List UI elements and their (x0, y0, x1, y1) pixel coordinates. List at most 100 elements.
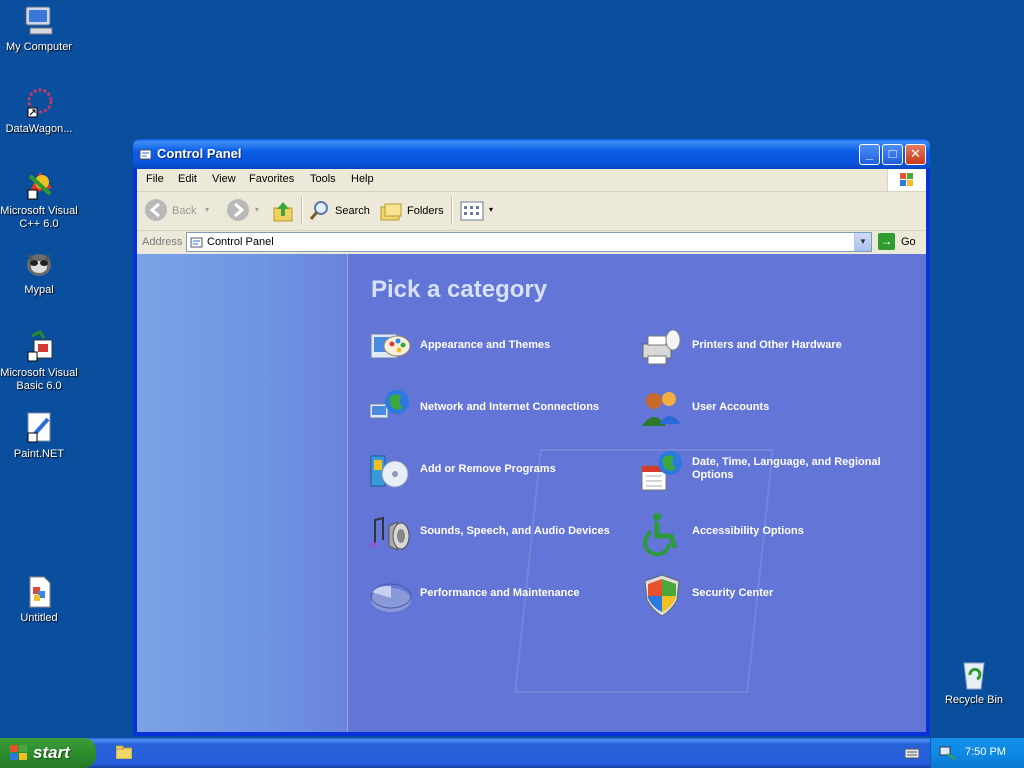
back-button[interactable]: Back ▾ (143, 199, 213, 223)
desktop-icon-label: Untitled (20, 612, 58, 624)
system-tray: 7:50 PM (930, 738, 1024, 768)
windows-logo-icon (887, 169, 926, 191)
toolbar: Back ▾ ▾ Search Folders ▾ (137, 192, 926, 231)
go-arrow-icon: → (878, 233, 895, 250)
category-label: Network and Internet Connections (420, 401, 600, 413)
menu-file[interactable]: File (146, 173, 164, 185)
search-label: Search (335, 205, 370, 217)
category-performance-maintenance[interactable]: Performance and Maintenance (367, 572, 637, 612)
desktop-icon-recycle-bin[interactable]: Recycle Bin (934, 657, 1014, 707)
desktop-icon-paintnet[interactable]: Paint.NET (0, 411, 79, 461)
search-icon (309, 201, 328, 220)
folders-button[interactable]: Folders (379, 199, 445, 223)
up-folder-icon (273, 202, 293, 222)
title-bar[interactable]: Control Panel _ □ ✕ (133, 139, 930, 169)
performance-maintenance-icon (370, 583, 412, 612)
windows-flag-icon (10, 745, 27, 760)
forward-dropdown-icon[interactable]: ▾ (255, 205, 259, 214)
back-dropdown-icon[interactable]: ▾ (205, 205, 209, 214)
search-button[interactable]: Search (307, 199, 371, 223)
window-client: File Edit View Favorites Tools Help Back… (137, 169, 926, 732)
address-value: Control Panel (207, 236, 274, 248)
start-label: start (33, 743, 70, 762)
address-dropdown-icon[interactable]: ▼ (854, 233, 871, 251)
back-label: Back (172, 205, 197, 217)
page-title: Pick a category (371, 276, 548, 303)
category-network-internet[interactable]: Network and Internet Connections (367, 386, 637, 426)
menu-bar: File Edit View Favorites Tools Help (137, 169, 926, 192)
menu-tools[interactable]: Tools (310, 173, 336, 185)
paintnet-icon (22, 411, 56, 445)
taskbar: start 7:50 PM (0, 738, 1024, 768)
toolbar-separator (451, 197, 453, 225)
category-date-time-language[interactable]: Date, Time, Language, and Regional Optio… (639, 448, 909, 491)
datawagon-icon (22, 86, 56, 120)
category-label: Security Center (692, 587, 774, 599)
desktop-icon-label: Mypal (24, 284, 54, 296)
forward-button[interactable]: ▾ (225, 199, 261, 223)
menu-edit[interactable]: Edit (178, 173, 197, 185)
go-label: Go (901, 236, 916, 248)
accessibility-icon (643, 513, 678, 556)
untitled-document-icon (22, 575, 56, 609)
category-label: Date, Time, Language, and Regional Optio… (692, 456, 881, 481)
recycle-bin-icon (957, 657, 991, 691)
desktop-icon-datawagon[interactable]: DataWagon... (0, 86, 79, 136)
category-label: Add or Remove Programs (420, 463, 556, 475)
start-button[interactable]: start (0, 738, 96, 768)
category-user-accounts[interactable]: User Accounts (639, 386, 909, 426)
category-label: Appearance and Themes (420, 339, 551, 351)
appearance-themes-icon (370, 333, 411, 359)
sounds-audio-icon (369, 516, 410, 551)
category-printers-hardware[interactable]: Printers and Other Hardware (639, 324, 909, 365)
menu-view[interactable]: View (212, 173, 236, 185)
desktop-icon-visual-basic[interactable]: Microsoft Visual Basic 6.0 (0, 330, 79, 393)
printers-hardware-icon (642, 329, 681, 365)
category-view: Pick a category Appearance and Themes Pr… (137, 254, 926, 732)
network-tray-icon[interactable] (939, 745, 957, 761)
go-button[interactable]: → Go (878, 232, 926, 252)
folders-label: Folders (407, 205, 444, 217)
window-title: Control Panel (157, 146, 242, 161)
close-button[interactable]: ✕ (905, 144, 926, 165)
back-arrow-icon (145, 199, 167, 221)
maximize-button[interactable]: □ (882, 144, 903, 165)
desktop-icon-my-computer[interactable]: My Computer (0, 4, 79, 54)
my-computer-icon (22, 4, 56, 38)
category-security-center[interactable]: Security Center (639, 572, 909, 617)
desktop-icon-untitled[interactable]: Untitled (0, 575, 79, 625)
category-sounds-audio[interactable]: Sounds, Speech, and Audio Devices (367, 510, 637, 551)
views-button[interactable]: ▾ (459, 199, 499, 223)
up-folder-button[interactable] (271, 199, 295, 223)
minimize-button[interactable]: _ (859, 144, 880, 165)
desktop-icon-label: My Computer (5, 41, 73, 53)
control-panel-small-icon (190, 237, 203, 248)
category-appearance-themes[interactable]: Appearance and Themes (367, 324, 627, 364)
category-label: Performance and Maintenance (420, 587, 580, 599)
toolbar-separator (301, 197, 303, 225)
category-add-remove-programs[interactable]: Add or Remove Programs (367, 448, 627, 488)
desktop-icon-label: DataWagon... (5, 123, 73, 135)
views-dropdown-icon: ▾ (489, 205, 494, 214)
menu-favorites[interactable]: Favorites (249, 173, 294, 185)
category-label: Accessibility Options (692, 525, 804, 537)
address-bar: Address Control Panel ▼ → Go (137, 231, 926, 253)
control-panel-icon (139, 149, 152, 160)
menu-help[interactable]: Help (351, 173, 374, 185)
desktop-icon-label: Paint.NET (13, 448, 65, 460)
desktop-icon-visual-cpp[interactable]: Microsoft Visual C++ 6.0 (0, 168, 79, 231)
mypal-icon (22, 247, 56, 281)
address-input[interactable]: Control Panel ▼ (186, 232, 872, 252)
visual-basic-icon (22, 330, 56, 364)
add-remove-programs-icon (370, 455, 409, 488)
quick-launch-folder-icon[interactable] (116, 745, 132, 759)
keyboard-language-icon[interactable] (905, 747, 919, 759)
category-label: User Accounts (692, 401, 770, 413)
security-center-icon (644, 574, 680, 617)
desktop-icon-mypal[interactable]: Mypal (0, 247, 79, 297)
views-icon (460, 201, 484, 221)
category-accessibility[interactable]: Accessibility Options (639, 510, 909, 556)
control-panel-window: Control Panel _ □ ✕ File Edit View Favor… (133, 139, 930, 736)
clock[interactable]: 7:50 PM (965, 746, 1006, 758)
forward-arrow-icon (227, 199, 249, 221)
